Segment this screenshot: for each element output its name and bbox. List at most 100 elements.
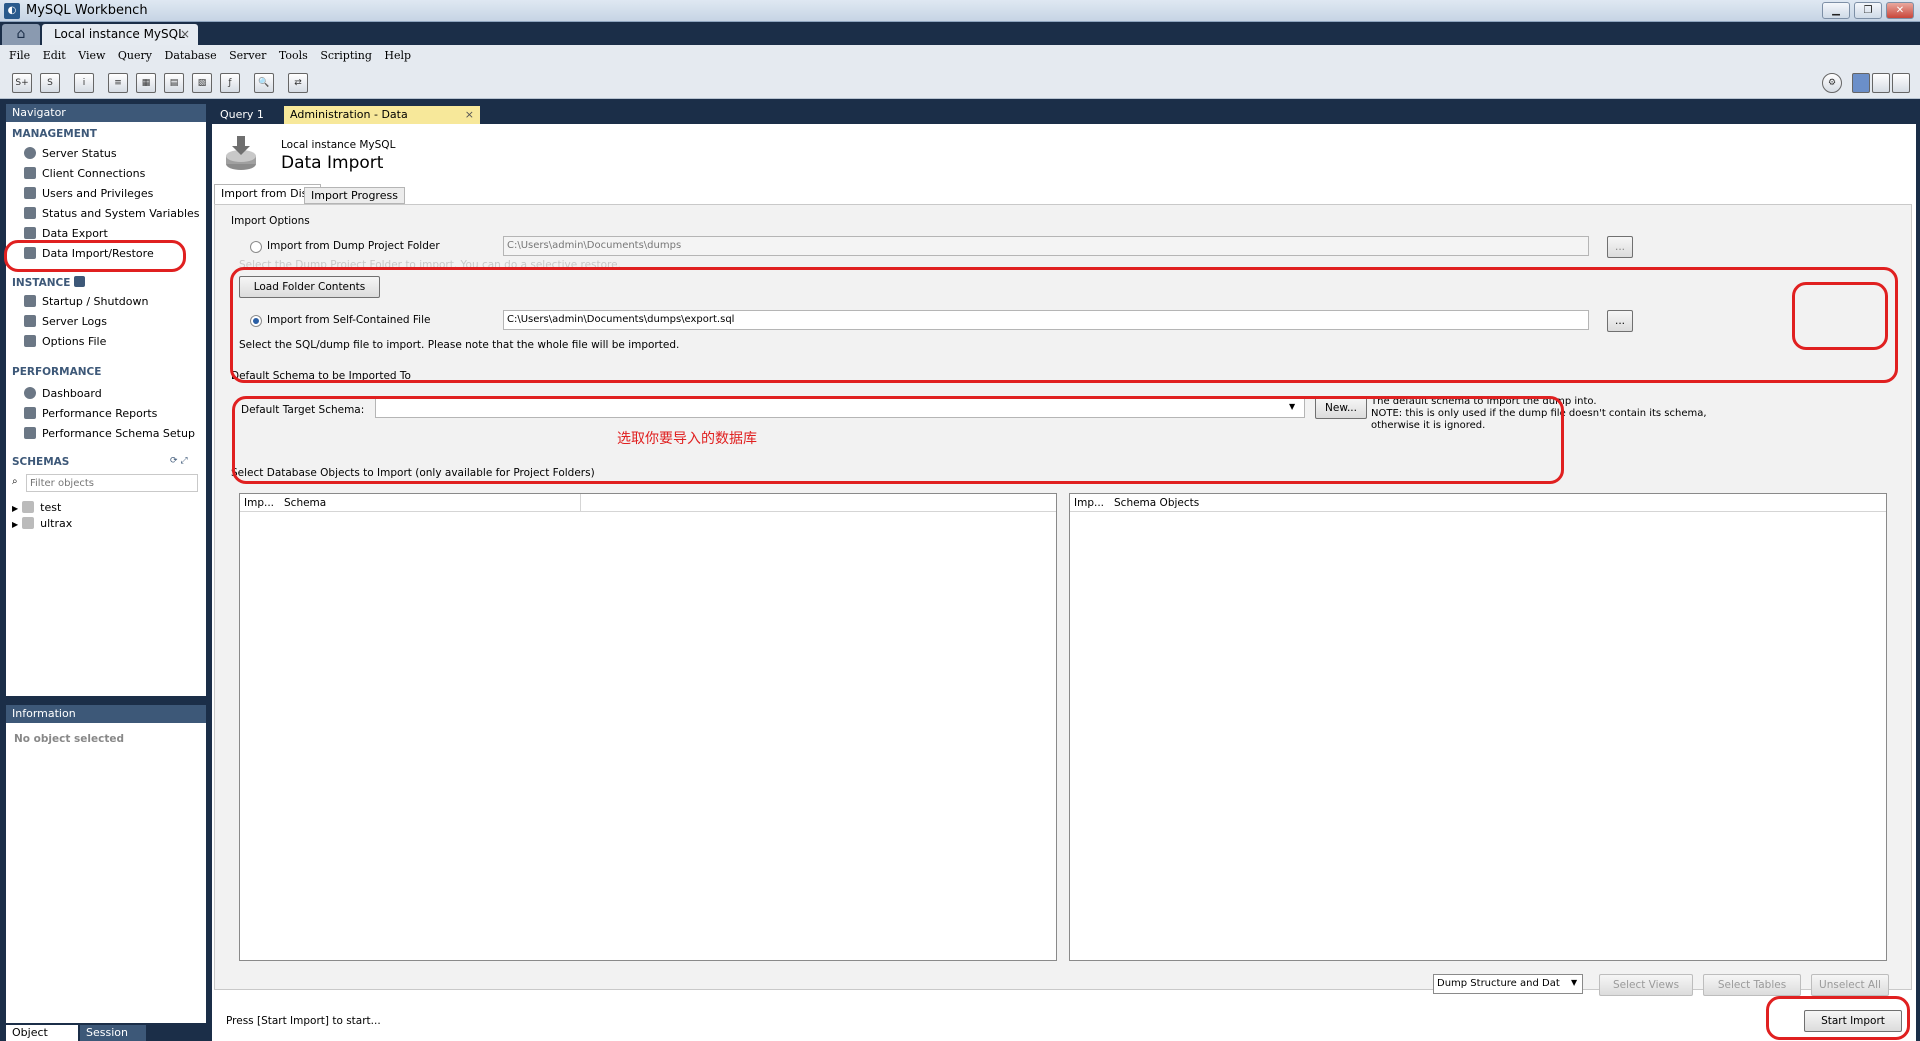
tab-session[interactable]: Session <box>80 1025 146 1041</box>
file-path-input[interactable]: C:\Users\admin\Documents\dumps\export.sq… <box>503 310 1589 330</box>
reports-icon <box>24 407 36 419</box>
data-import-panel: Local instance MySQL Data Import Import … <box>212 124 1916 1041</box>
schema-note-2: NOTE: this is only used if the dump file… <box>1371 408 1707 419</box>
schema-item-ultrax[interactable]: ▶ ultrax <box>12 516 72 532</box>
nav-label: Users and Privileges <box>42 187 154 200</box>
schema-label: ultrax <box>40 517 73 530</box>
dropdown-arrow-icon[interactable]: ▼ <box>1571 978 1577 987</box>
dump-structure-select[interactable]: Dump Structure and Dat <box>1433 974 1583 994</box>
schema-item-test[interactable]: ▶ test <box>12 500 61 516</box>
nav-status-variables[interactable]: Status and System Variables <box>24 206 200 222</box>
import-options-label: Import Options <box>231 215 310 227</box>
nav-label: Data Export <box>42 227 108 240</box>
col-import[interactable]: Imp... <box>1074 494 1104 512</box>
maximize-button[interactable]: ❐ <box>1854 2 1882 19</box>
nav-startup-shutdown[interactable]: Startup / Shutdown <box>24 294 148 310</box>
export-icon <box>24 227 36 239</box>
database-icon <box>22 517 35 529</box>
home-icon[interactable]: ⌂ <box>2 24 40 45</box>
dropdown-arrow-icon[interactable]: ▼ <box>1289 402 1295 411</box>
unselect-all-button[interactable]: Unselect All <box>1811 974 1889 996</box>
expand-arrow-icon[interactable]: ▶ <box>12 504 18 513</box>
instance-label: Local instance MySQL <box>281 139 396 151</box>
menu-database[interactable]: Database <box>165 45 217 67</box>
file-radio-label: Import from Self-Contained File <box>267 314 431 326</box>
close-tab-icon[interactable]: × <box>180 24 190 45</box>
expand-arrow-icon[interactable]: ▶ <box>12 520 18 529</box>
tab-query-1[interactable]: Query 1 <box>214 106 270 124</box>
menu-file[interactable]: File <box>9 45 30 67</box>
document-tab-strip: Query 1 Administration - Data Import/Res… <box>210 104 1920 139</box>
schema-list[interactable]: Imp... Schema <box>239 493 1057 961</box>
col-schema-objects[interactable]: Schema Objects <box>1114 494 1199 512</box>
browse-folder-button[interactable]: ... <box>1607 236 1633 258</box>
nav-client-connections[interactable]: Client Connections <box>24 166 145 182</box>
browse-file-button[interactable]: ... <box>1607 310 1633 332</box>
toolbar: S+ S i ≡ ▦ ▤ ▧ ƒ 🔍 ⇄ ⚙ <box>0 67 1920 99</box>
instance-status-icon <box>74 276 86 287</box>
open-sql-script-icon[interactable]: S <box>40 73 60 93</box>
file-radio[interactable] <box>250 315 262 327</box>
menu-tools[interactable]: Tools <box>279 45 308 67</box>
nav-data-export[interactable]: Data Export <box>24 226 108 242</box>
folder-path-input[interactable]: C:\Users\admin\Documents\dumps <box>503 236 1589 256</box>
toggle-sidebar-icon[interactable] <box>1852 73 1870 93</box>
tab-administration-import[interactable]: Administration - Data Import/Res... × <box>284 106 480 139</box>
instance-section-label: INSTANCE <box>12 276 86 289</box>
toggle-output-icon[interactable] <box>1872 73 1890 93</box>
connection-tab[interactable]: Local instance MySQL × <box>42 24 198 45</box>
start-import-button[interactable]: Start Import <box>1804 1010 1902 1032</box>
refresh-schemas-icon[interactable]: ⟳ ⤢ <box>170 456 188 466</box>
nav-users-privileges[interactable]: Users and Privileges <box>24 186 153 202</box>
menu-view[interactable]: View <box>78 45 105 67</box>
nav-performance-reports[interactable]: Performance Reports <box>24 406 157 422</box>
nav-performance-schema-setup[interactable]: Performance Schema Setup <box>24 426 195 442</box>
nav-data-import-restore[interactable]: Data Import/Restore <box>24 246 154 262</box>
search-table-data-icon[interactable]: 🔍 <box>254 73 274 93</box>
folder-radio[interactable] <box>250 241 262 253</box>
new-sql-tab-icon[interactable]: S+ <box>12 73 32 93</box>
menu-scripting[interactable]: Scripting <box>320 45 372 67</box>
nav-label: Performance Reports <box>42 407 158 420</box>
select-views-button[interactable]: Select Views <box>1599 974 1693 996</box>
folder-hint: Select the Dump Project Folder to import… <box>239 259 621 271</box>
filter-objects-input[interactable] <box>26 474 198 492</box>
create-function-icon[interactable]: ƒ <box>220 73 240 93</box>
menu-help[interactable]: Help <box>384 45 411 67</box>
info-bottom-tabs: Object Info Session <box>6 1023 206 1041</box>
schema-objects-list[interactable]: Imp... Schema Objects <box>1069 493 1887 961</box>
menu-edit[interactable]: Edit <box>43 45 66 67</box>
settings-gear-icon[interactable]: ⚙ <box>1822 73 1842 93</box>
schema-note-3: otherwise it is ignored. <box>1371 420 1486 431</box>
minimize-button[interactable]: ▁ <box>1822 2 1850 19</box>
tab-object-info[interactable]: Object Info <box>6 1025 78 1041</box>
inspector-icon[interactable]: i <box>74 73 94 93</box>
new-schema-button[interactable]: New... <box>1315 397 1367 419</box>
load-folder-contents-button[interactable]: Load Folder Contents <box>239 276 380 298</box>
close-tab-icon[interactable]: × <box>465 106 474 124</box>
nav-server-status[interactable]: Server Status <box>24 146 117 162</box>
create-table-icon[interactable]: ▦ <box>136 73 156 93</box>
nav-options-file[interactable]: Options File <box>24 334 106 350</box>
nav-label: Performance Schema Setup <box>42 427 195 440</box>
reconnect-icon[interactable]: ⇄ <box>288 73 308 93</box>
close-window-button[interactable]: ✕ <box>1886 2 1914 19</box>
menu-server[interactable]: Server <box>229 45 266 67</box>
create-procedure-icon[interactable]: ▧ <box>192 73 212 93</box>
col-import[interactable]: Imp... <box>244 494 274 512</box>
col-schema[interactable]: Schema <box>284 494 326 512</box>
nav-dashboard[interactable]: Dashboard <box>24 386 102 402</box>
nav-label: Options File <box>42 335 107 348</box>
mysql-dolphin-icon: ◐ <box>4 3 20 19</box>
toggle-secondary-sidebar-icon[interactable] <box>1892 73 1910 93</box>
target-schema-select[interactable] <box>375 398 1305 418</box>
nav-label: Dashboard <box>42 387 102 400</box>
menu-query[interactable]: Query <box>118 45 152 67</box>
create-schema-icon[interactable]: ≡ <box>108 73 128 93</box>
create-view-icon[interactable]: ▤ <box>164 73 184 93</box>
select-tables-button[interactable]: Select Tables <box>1703 974 1801 996</box>
target-schema-label: Default Target Schema: <box>241 404 365 416</box>
tab-import-progress[interactable]: Import Progress <box>304 187 405 204</box>
nav-server-logs[interactable]: Server Logs <box>24 314 107 330</box>
objects-group-label: Select Database Objects to Import (only … <box>231 467 595 479</box>
